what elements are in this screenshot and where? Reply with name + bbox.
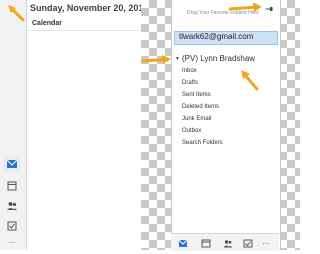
tasks-icon <box>7 221 17 231</box>
calendar-column-label: Calendar <box>32 20 62 27</box>
left-nav-people[interactable] <box>3 199 21 213</box>
transparent-background <box>141 0 171 250</box>
folder-search-folders[interactable]: Search Folders <box>182 140 223 146</box>
bottom-nav-tasks[interactable] <box>240 236 256 248</box>
favorites-drag-hint: Drag Your Favorite Folders Here <box>187 10 259 16</box>
tasks-icon <box>243 239 253 248</box>
shared-mailbox-name: (PV) Lynn Bradshaw <box>182 54 256 63</box>
pin-icon[interactable] <box>265 5 273 13</box>
folder-outbox[interactable]: Outbox <box>182 128 201 134</box>
folder-junk-email[interactable]: Junk Email <box>182 116 211 122</box>
folder-drafts[interactable]: Drafts <box>182 80 198 86</box>
transparent-background-right <box>279 0 300 250</box>
bottom-nav-people[interactable] <box>220 236 236 248</box>
calendar-icon <box>7 181 17 191</box>
bottom-nav-more-icon[interactable]: ... <box>258 236 274 247</box>
bottom-nav-mail[interactable] <box>175 236 191 247</box>
folder-inbox[interactable]: Inbox <box>182 68 197 74</box>
folder-sent-items[interactable]: Sent Items <box>182 92 211 98</box>
mail-icon <box>6 159 18 168</box>
expand-caret-icon[interactable]: ▼ <box>175 56 180 62</box>
calendar-date-heading: Sunday, November 20, 2016 <box>30 3 149 13</box>
folder-deleted-items[interactable]: Deleted Items <box>182 104 219 110</box>
left-nav-calendar[interactable] <box>3 179 21 193</box>
people-icon <box>223 240 233 248</box>
bottom-nav-calendar[interactable] <box>198 236 214 248</box>
left-nav-tasks[interactable] <box>3 219 21 233</box>
calendar-body[interactable] <box>27 31 141 250</box>
calendar-icon <box>201 239 211 248</box>
people-icon <box>7 202 17 210</box>
left-nav-more-icon[interactable]: ... <box>3 236 21 250</box>
mail-icon <box>178 239 188 247</box>
left-nav-mail[interactable] <box>3 157 21 171</box>
account-email: tlwark62@gmail.com <box>179 32 254 41</box>
